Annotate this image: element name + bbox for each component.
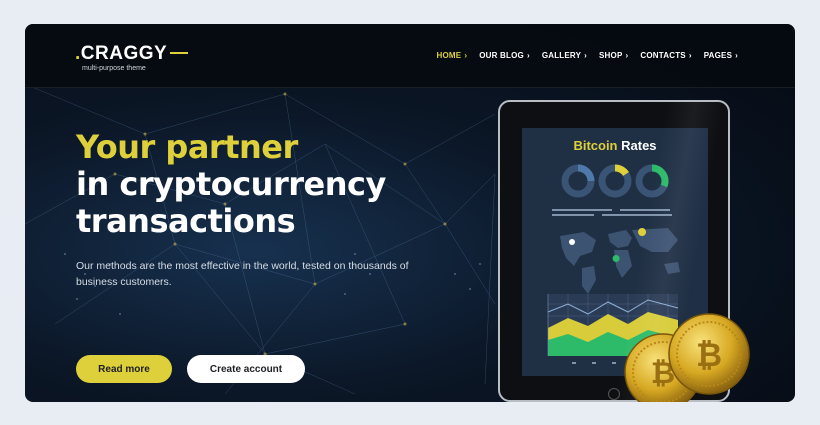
chevron-right-icon: › [688,51,692,60]
chevron-right-icon: › [526,51,530,60]
nav-item-gallery[interactable]: GALLERY › [542,51,587,60]
create-account-button[interactable]: Create account [187,355,305,383]
hero-section: .CRAGGY multi-purpose theme HOME › OUR BL… [25,24,795,402]
nav-item-pages[interactable]: PAGES › [704,51,738,60]
nav-item-home[interactable]: HOME › [437,51,468,60]
logo-tagline: multi-purpose theme [82,65,146,72]
tablet-home-button [608,388,620,400]
world-map [560,228,680,294]
nav-item-our-blog[interactable]: OUR BLOG › [479,51,530,60]
hero-heading-line-1: Your partner [76,128,298,166]
read-more-button[interactable]: Read more [76,355,172,383]
hero-heading-line-3: transactions [76,202,296,240]
chevron-right-icon: › [584,51,588,60]
hero-heading-line-2: in cryptocurrency [76,165,386,203]
chevron-right-icon: › [625,51,629,60]
map-pin-icon [569,239,575,245]
logo-name: CRAGGY [80,43,168,64]
svg-text:₿: ₿ [696,336,722,374]
nav-item-contacts[interactable]: CONTACTS › [640,51,691,60]
bitcoin-coin-icon: ₿ ₿ [624,313,750,402]
chevron-right-icon: › [735,51,738,60]
site-header: .CRAGGY multi-purpose theme HOME › OUR BL… [25,24,795,88]
hero-description: Our methods are the most effective in th… [76,260,409,288]
main-nav: HOME › OUR BLOG › GALLERY › SHOP › CONTACTS ›… [437,51,738,60]
logo[interactable]: .CRAGGY multi-purpose theme [75,43,189,72]
donut-charts [561,164,669,198]
chevron-right-icon: › [464,51,468,60]
nav-item-shop[interactable]: SHOP › [599,51,628,60]
